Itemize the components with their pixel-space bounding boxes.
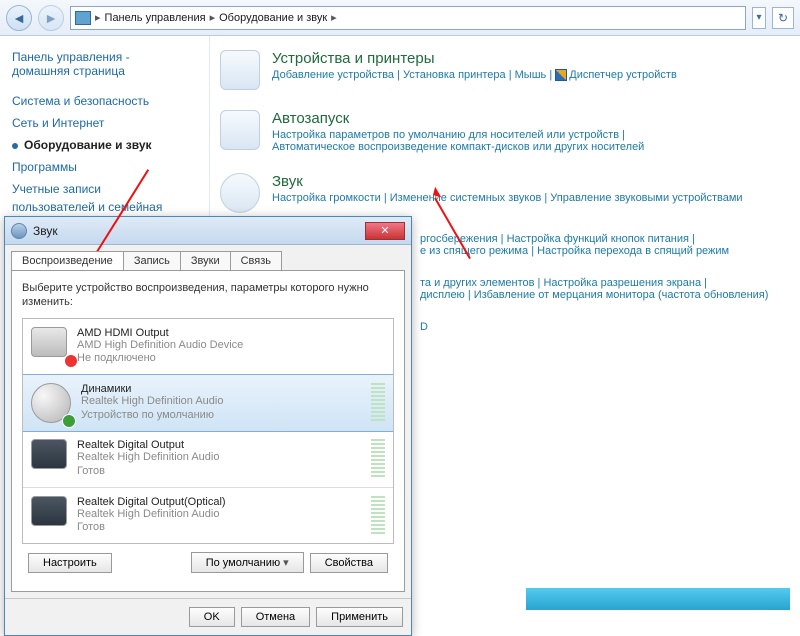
category-partial: D [420,321,790,333]
devices-icon [220,50,260,90]
monitor-icon [31,327,67,357]
refresh-button[interactable]: ↻ [772,7,794,29]
breadcrumb-item[interactable]: Панель управления [105,12,206,24]
instruction-text: Выберите устройство воспроизведения, пар… [22,281,394,310]
task-link[interactable]: та и других элементов [420,277,534,289]
set-default-button[interactable]: По умолчанию [191,552,304,573]
device-list[interactable]: AMD HDMI Output AMD High Definition Audi… [22,318,394,545]
task-link[interactable]: Изменение системных звуков [390,192,542,204]
sidebar-home-link[interactable]: Панель управления -домашняя страница [12,50,197,78]
category-title[interactable]: Автозапуск [272,110,644,127]
task-link[interactable]: D [420,321,428,333]
category-title[interactable]: Устройства и принтеры [272,50,677,67]
address-bar: ◄ ► ▸ Панель управления ▸ Оборудование и… [0,0,800,36]
task-link[interactable]: Установка принтера [403,69,506,81]
task-link[interactable]: Настройка функций кнопок питания [507,233,689,245]
dialog-titlebar[interactable]: Звук ✕ [5,217,411,245]
task-link[interactable]: Настройка перехода в спящий режим [537,245,729,257]
close-button[interactable]: ✕ [365,222,405,240]
tab-recording[interactable]: Запись [123,251,181,270]
task-link[interactable]: Добавление устройства [272,69,394,81]
sound-icon [220,173,260,213]
device-row[interactable]: Realtek Digital Output(Optical) Realtek … [23,488,393,544]
task-link[interactable]: дисплею [420,289,465,301]
sidebar-item[interactable]: Сеть и Интернет [12,112,197,134]
apply-button[interactable]: Применить [316,607,403,627]
breadcrumb[interactable]: ▸ Панель управления ▸ Оборудование и зву… [70,6,746,30]
category-autoplay: Автозапуск Настройка параметров по умолч… [220,110,790,153]
tab-playback[interactable]: Воспроизведение [11,251,124,270]
properties-button[interactable]: Свойства [310,553,388,573]
taskbar-fragment [526,588,790,610]
dialog-title: Звук [33,224,58,238]
device-row[interactable]: AMD HDMI Output AMD High Definition Audi… [23,319,393,376]
category-partial: ргосбережения | Настройка функций кнопок… [420,233,790,257]
device-row[interactable]: Realtek Digital Output Realtek High Defi… [23,431,393,488]
device-row-selected[interactable]: Динамики Realtek High Definition AudioУс… [22,374,394,432]
level-meter [371,496,385,534]
autoplay-icon [220,110,260,150]
task-link[interactable]: Диспетчер устройств [555,69,677,81]
category-title[interactable]: Звук [272,173,743,190]
task-link[interactable]: Избавление от мерцания монитора (частота… [474,289,769,301]
task-link[interactable]: Настройка разрешения экрана [543,277,701,289]
sidebar-item-current[interactable]: Оборудование и звук [12,134,197,156]
cancel-button[interactable]: Отмена [241,607,310,627]
shield-icon [555,69,567,81]
category-partial: та и других элементов | Настройка разреш… [420,277,790,301]
tab-communications[interactable]: Связь [230,251,282,270]
tab-sounds[interactable]: Звуки [180,251,231,270]
category-devices: Устройства и принтеры Добавление устройс… [220,50,790,90]
speaker-icon [11,223,27,239]
breadcrumb-item[interactable]: Оборудование и звук [219,12,327,24]
task-link[interactable]: Автоматическое воспроизведение компакт-д… [272,141,644,153]
address-history-dropdown[interactable]: ▾ [752,7,766,29]
dialog-footer: OK Отмена Применить [5,598,411,635]
chevron-right-icon[interactable]: ▸ [331,11,337,24]
forward-button[interactable]: ► [38,5,64,31]
status-error-icon [64,354,78,368]
task-link[interactable]: Настройка параметров по умолчанию для но… [272,129,619,141]
sound-dialog: Звук ✕ Воспроизведение Запись Звуки Связ… [4,216,412,636]
receiver-icon [31,496,67,526]
receiver-icon [31,439,67,469]
chevron-right-icon[interactable]: ▸ [95,11,101,24]
level-meter [371,383,385,421]
sidebar-item[interactable]: пользователей и семейная [12,196,197,218]
sidebar-item[interactable]: Система и безопасность [12,90,197,112]
task-link[interactable]: е из спящего режима [420,245,528,257]
task-link[interactable]: Управление звуковыми устройствами [550,192,742,204]
chevron-right-icon[interactable]: ▸ [210,11,216,24]
tab-page-playback: Выберите устройство воспроизведения, пар… [11,270,405,592]
sidebar-item[interactable]: Программы [12,156,197,178]
level-meter [371,439,385,477]
configure-button[interactable]: Настроить [28,553,112,573]
task-link[interactable]: Мышь [515,69,547,81]
control-panel-icon [75,11,91,25]
category-sound: Звук Настройка громкости | Изменение сис… [220,173,790,213]
task-link[interactable]: Настройка громкости [272,192,381,204]
status-ok-icon [62,414,76,428]
ok-button[interactable]: OK [189,607,235,627]
back-button[interactable]: ◄ [6,5,32,31]
dialog-tabs: Воспроизведение Запись Звуки Связь [5,245,411,270]
speaker-icon [31,383,71,423]
